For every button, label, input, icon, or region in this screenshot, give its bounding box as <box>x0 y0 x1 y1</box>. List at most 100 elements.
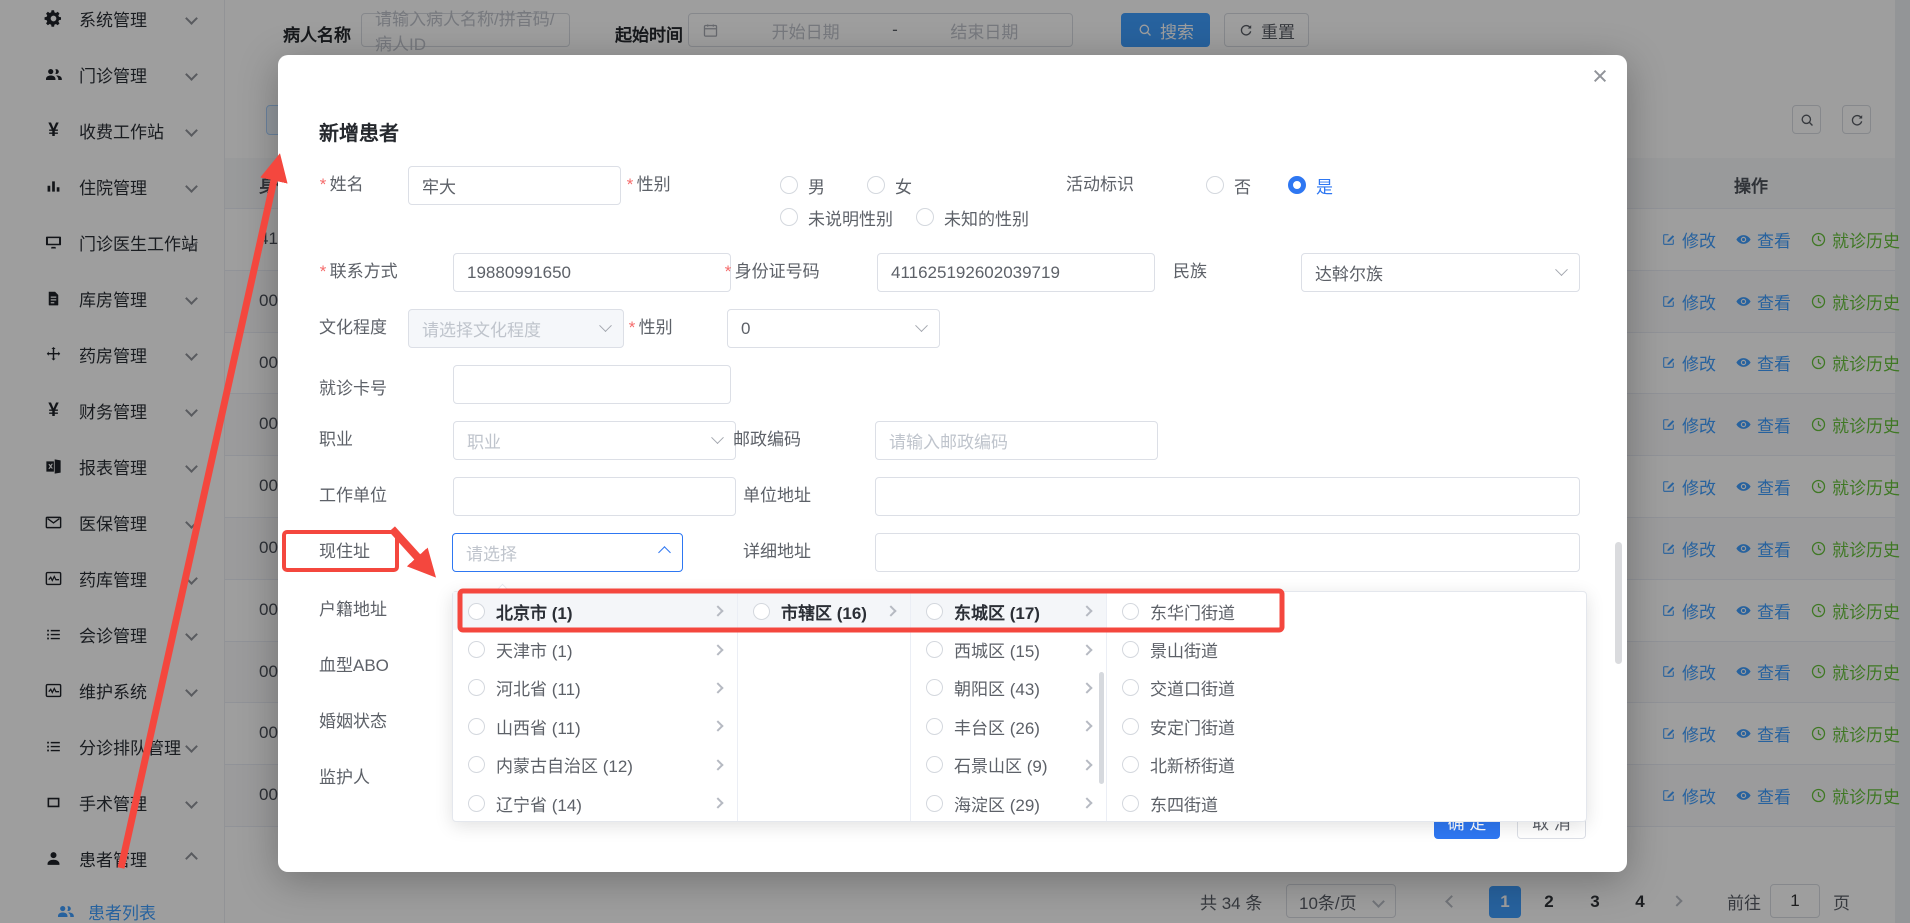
radio-icon <box>1122 756 1139 773</box>
unit-address-label: 单位地址 <box>743 484 811 508</box>
chevron-down-icon <box>1555 263 1568 276</box>
detail-address-input[interactable] <box>875 533 1580 572</box>
cascader-option-donghuamen[interactable]: 东华门街道 <box>1107 592 1310 630</box>
name-label: *姓名 <box>319 173 364 197</box>
cascader-option-shixiaqu[interactable]: 市辖区 (16) <box>738 592 910 630</box>
app-root: 系统管理 门诊管理 ¥收费工作站 住院管理 门诊医生工作站 库房管理 药房管理 … <box>0 0 1910 923</box>
active-no-radio[interactable]: 否 <box>1206 173 1251 197</box>
cascader-option-xicheng[interactable]: 西城区 (15) <box>911 630 1106 668</box>
chevron-right-icon <box>712 644 723 655</box>
radio-icon <box>753 603 770 620</box>
chevron-down-icon <box>915 319 928 332</box>
postal-input[interactable]: 请输入邮政编码 <box>875 421 1158 460</box>
blood-type-label: 血型ABO <box>319 654 389 678</box>
education-select[interactable]: 请选择文化程度 <box>408 309 624 348</box>
radio-icon <box>780 176 798 194</box>
chevron-right-icon <box>712 682 723 693</box>
gender-unknown-radio[interactable]: 未知的性别 <box>916 205 1029 229</box>
chevron-right-icon <box>885 606 896 617</box>
chevron-down-icon <box>711 431 724 444</box>
chevron-right-icon <box>1081 682 1092 693</box>
cascader-option-chaoyang[interactable]: 朝阳区 (43) <box>911 669 1106 707</box>
gender-code-select[interactable]: 0 <box>727 309 940 348</box>
visit-card-label: 就诊卡号 <box>319 377 387 401</box>
gender-code-label: *性别 <box>628 316 673 340</box>
radio-icon <box>1122 641 1139 658</box>
guardian-label: 监护人 <box>319 766 370 790</box>
occupation-select[interactable]: 职业 <box>453 421 736 460</box>
active-flag-label: 活动标识 <box>1066 173 1134 197</box>
radio-icon <box>780 208 798 226</box>
cascader-city-column: 市辖区 (16) <box>738 592 911 821</box>
required-asterisk: * <box>626 175 633 194</box>
postal-label: 邮政编码 <box>733 428 801 452</box>
cascader-option-haidian[interactable]: 海淀区 (29) <box>911 784 1106 821</box>
cascader-option-neimenggu[interactable]: 内蒙古自治区 (12) <box>453 746 737 784</box>
name-input[interactable]: 牢大 <box>408 166 621 205</box>
radio-icon <box>926 756 943 773</box>
chevron-right-icon <box>1081 721 1092 732</box>
work-unit-label: 工作单位 <box>319 484 387 508</box>
cascader-option-jiaodaokou[interactable]: 交道口街道 <box>1107 669 1310 707</box>
radio-icon <box>867 176 885 194</box>
ethnicity-select[interactable]: 达斡尔族 <box>1301 253 1580 292</box>
radio-icon <box>926 795 943 812</box>
current-address-cascader-select[interactable]: 请选择 <box>452 533 683 572</box>
radio-icon <box>468 641 485 658</box>
contact-label: *联系方式 <box>319 260 398 284</box>
chevron-right-icon <box>1081 644 1092 655</box>
modal-title: 新增患者 <box>319 117 399 146</box>
radio-icon <box>926 718 943 735</box>
required-asterisk: * <box>319 262 326 281</box>
radio-icon <box>468 603 485 620</box>
radio-icon <box>1122 679 1139 696</box>
cascader-option-andingmen[interactable]: 安定门街道 <box>1107 707 1310 745</box>
cascader-option-beijing[interactable]: 北京市 (1) <box>453 592 737 630</box>
close-icon[interactable]: × <box>1583 59 1617 93</box>
id-number-label: *身份证号码 <box>724 260 820 284</box>
required-asterisk: * <box>724 262 731 281</box>
cascader-option-hebei[interactable]: 河北省 (11) <box>453 669 737 707</box>
gender-label: *性别 <box>626 173 671 197</box>
ethnicity-label: 民族 <box>1173 260 1207 284</box>
id-number-input[interactable]: 411625192602039719 <box>877 253 1155 292</box>
unit-address-input[interactable] <box>875 477 1580 516</box>
chevron-right-icon <box>712 759 723 770</box>
cascader-street-column: 东华门街道 景山街道 交道口街道 安定门街道 北新桥街道 东四街道 <box>1107 592 1310 821</box>
chevron-right-icon <box>712 606 723 617</box>
household-address-label: 户籍地址 <box>319 598 387 622</box>
gender-unstated-radio[interactable]: 未说明性别 <box>780 205 893 229</box>
gender-male-radio[interactable]: 男 <box>780 173 825 197</box>
contact-input[interactable]: 19880991650 <box>453 253 731 292</box>
cascader-option-liaoning[interactable]: 辽宁省 (14) <box>453 784 737 821</box>
add-patient-modal: 新增患者 × *姓名 牢大 *性别 男 女 活动标识 否 是 未说明性别 未知的… <box>278 55 1627 872</box>
radio-selected-icon <box>1288 176 1306 194</box>
radio-icon <box>468 795 485 812</box>
cascader-option-tianjin[interactable]: 天津市 (1) <box>453 630 737 668</box>
work-unit-input[interactable] <box>453 477 736 516</box>
cascader-option-fengtai[interactable]: 丰台区 (26) <box>911 707 1106 745</box>
visit-card-input[interactable] <box>453 365 731 404</box>
required-asterisk: * <box>319 175 326 194</box>
cascader-district-column: 东城区 (17) 西城区 (15) 朝阳区 (43) 丰台区 (26) 石景山区… <box>911 592 1107 821</box>
radio-icon <box>926 603 943 620</box>
chevron-right-icon <box>712 721 723 732</box>
cascader-option-shanxi[interactable]: 山西省 (11) <box>453 707 737 745</box>
cascader-option-jingshan[interactable]: 景山街道 <box>1107 630 1310 668</box>
cascader-option-beixinqiao[interactable]: 北新桥街道 <box>1107 746 1310 784</box>
active-yes-radio[interactable]: 是 <box>1288 173 1333 197</box>
cascader-province-column: 北京市 (1) 天津市 (1) 河北省 (11) 山西省 (11) 内蒙古自治区… <box>453 592 738 821</box>
chevron-right-icon <box>712 797 723 808</box>
radio-icon <box>1206 176 1224 194</box>
cascader-option-shijingshan[interactable]: 石景山区 (9) <box>911 746 1106 784</box>
gender-female-radio[interactable]: 女 <box>867 173 912 197</box>
radio-icon <box>468 718 485 735</box>
radio-icon <box>1122 718 1139 735</box>
education-label: 文化程度 <box>319 316 387 340</box>
address-cascader-panel: 北京市 (1) 天津市 (1) 河北省 (11) 山西省 (11) 内蒙古自治区… <box>452 591 1587 822</box>
occupation-label: 职业 <box>319 428 353 452</box>
cascader-option-dongsi[interactable]: 东四街道 <box>1107 784 1310 821</box>
modal-scrollbar[interactable] <box>1615 542 1622 664</box>
cascader-option-dongcheng[interactable]: 东城区 (17) <box>911 592 1106 630</box>
scrollbar[interactable] <box>1099 672 1104 784</box>
